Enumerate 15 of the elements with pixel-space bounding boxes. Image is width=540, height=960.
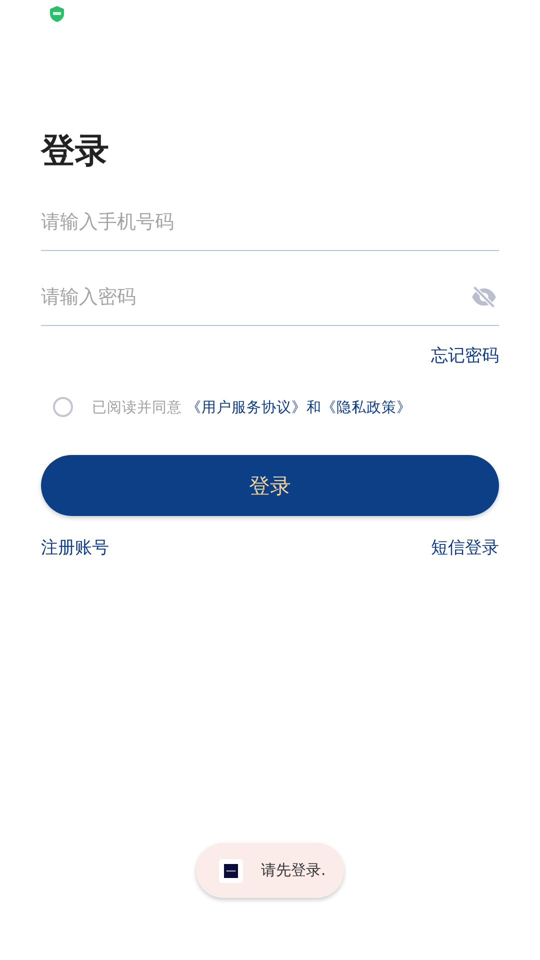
text-link[interactable]: 短信登录 bbox=[431, 536, 499, 559]
app-icon bbox=[219, 858, 243, 882]
text-link[interactable]: 注册账号 bbox=[41, 536, 109, 559]
agreement-text: 已阅读并同意 《用户服务协议》和《隐私政策》 bbox=[92, 398, 412, 416]
agree-checkbox[interactable] bbox=[53, 397, 73, 417]
forgot-password-link[interactable]: 忘记密码 bbox=[431, 344, 499, 367]
page-title: 登录 bbox=[41, 130, 109, 173]
toast-message: 请先登录. bbox=[261, 861, 326, 880]
shield-icon bbox=[50, 6, 64, 22]
agreement-link[interactable]: 《隐私政策》 bbox=[322, 400, 412, 416]
input-field[interactable]: 请输入密码 bbox=[41, 286, 471, 308]
eye-off-icon[interactable] bbox=[471, 284, 497, 310]
login-button[interactable]: 登录 bbox=[41, 455, 499, 516]
input-field[interactable]: 请输入手机号码 bbox=[41, 211, 499, 233]
agreement-link[interactable]: 《用户服务协议》 bbox=[186, 400, 307, 416]
